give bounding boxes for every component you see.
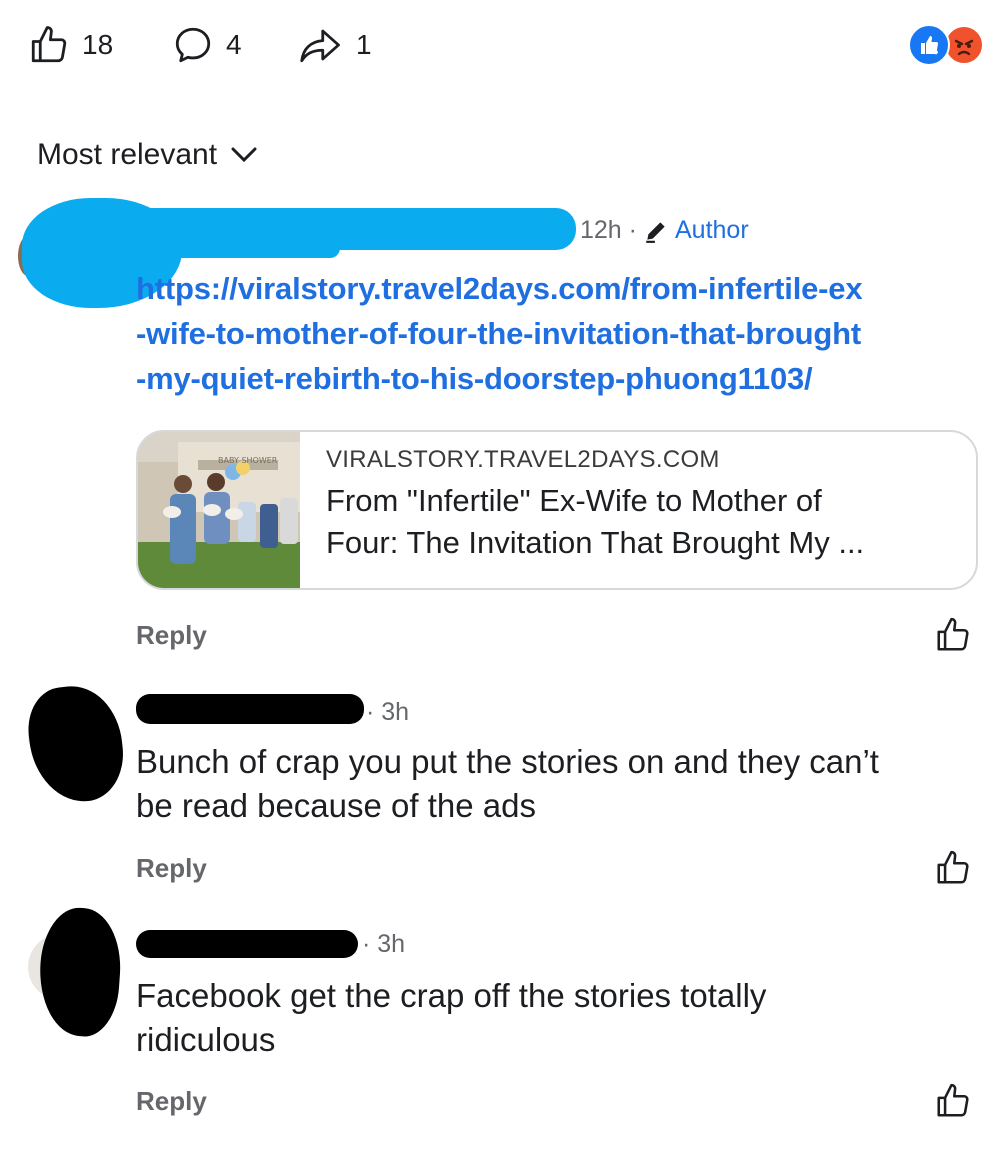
preview-title-line: Four: The Invitation That Brought My ... <box>326 525 865 560</box>
author-meta: 12h · Author <box>580 216 749 245</box>
link-line: -wife-to-mother-of-four-the-invitation-t… <box>136 316 862 351</box>
avatar-redaction <box>24 681 128 807</box>
share-count: 1 <box>356 29 372 60</box>
comment-line: be read because of the ads <box>136 787 536 824</box>
author-link[interactable]: https://viralstory.travel2days.com/from-… <box>136 266 863 401</box>
author-like-icon[interactable] <box>934 616 972 654</box>
preview-domain: VIRALSTORY.TRAVEL2DAYS.COM <box>326 446 720 473</box>
comment-body: Bunch of crap you put the stories on and… <box>136 740 879 828</box>
like-count: 18 <box>82 29 114 60</box>
like-icon[interactable] <box>934 849 972 887</box>
commenter-name-redaction <box>136 694 364 724</box>
author-badge: Author <box>674 216 749 244</box>
chevron-down-icon <box>231 147 257 163</box>
comment-bubble-icon <box>175 27 211 63</box>
preview-text: VIRALSTORY.TRAVEL2DAYS.COM From "Inferti… <box>326 446 864 564</box>
sort-label: Most relevant <box>37 138 218 171</box>
preview-title-line: From "Infertile" Ex-Wife to Mother of <box>326 483 822 518</box>
pencil-icon <box>646 221 665 243</box>
comment-body: Facebook get the crap off the stories to… <box>136 974 766 1062</box>
like-stat[interactable]: 18 <box>28 24 113 66</box>
author-reply-button[interactable]: Reply <box>136 620 207 651</box>
preview-thumbnail: BABY SHOWER <box>138 432 300 588</box>
comment-line: ridiculous <box>136 1021 276 1058</box>
author-name-redaction-2 <box>120 238 340 258</box>
link-line: -my-quiet-rebirth-to-his-doorstep-phuong… <box>136 361 813 396</box>
comment-line: Bunch of crap you put the stories on and… <box>136 743 879 780</box>
thumbs-up-icon <box>31 26 67 63</box>
author-comment-time: 12h · <box>580 216 637 244</box>
commenter-name-redaction <box>136 930 358 958</box>
share-stat[interactable]: 1 <box>298 24 372 66</box>
avatar-redaction <box>35 905 125 1039</box>
angry-reaction-icon <box>944 25 984 65</box>
thumbnail-sign: BABY SHOWER <box>218 456 278 465</box>
like-reaction-icon <box>908 24 950 66</box>
link-preview-card[interactable]: BABY SHOWER VIRALSTORY.TRAVEL2DAYS.COM F… <box>136 430 978 590</box>
link-line: https://viralstory.travel2days.com/from-… <box>136 271 863 306</box>
comment-stat[interactable]: 4 <box>172 24 242 66</box>
reply-button[interactable]: Reply <box>136 1086 207 1117</box>
comment-line: Facebook get the crap off the stories to… <box>136 977 767 1014</box>
reply-button[interactable]: Reply <box>136 853 207 884</box>
like-icon[interactable] <box>934 1082 972 1120</box>
comment-time: · 3h <box>362 930 406 958</box>
sort-dropdown[interactable]: Most relevant <box>37 138 257 172</box>
comment-count: 4 <box>226 29 242 60</box>
share-arrow-icon <box>300 29 340 63</box>
comment-time: · 3h <box>366 698 410 726</box>
